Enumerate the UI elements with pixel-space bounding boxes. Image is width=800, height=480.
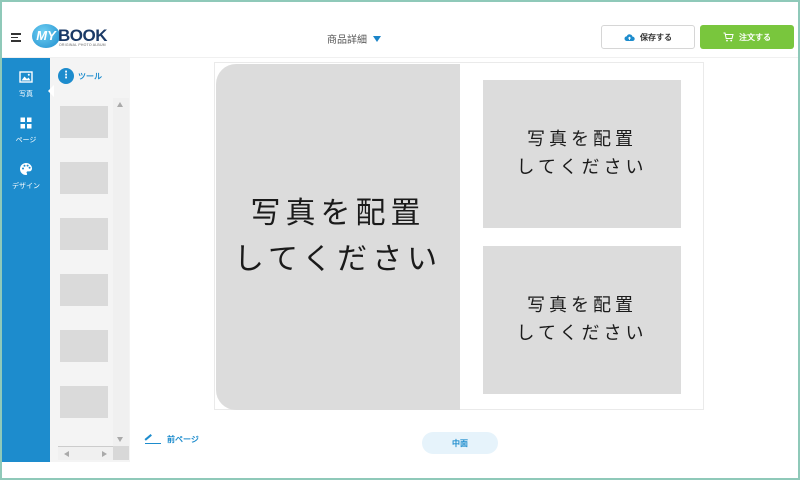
photo-thumbnail[interactable] — [60, 162, 108, 194]
product-detail-dropdown[interactable]: 商品詳細 — [327, 31, 381, 46]
order-label: 注文する — [739, 32, 771, 42]
active-pointer — [48, 85, 54, 97]
caret-down-icon — [373, 35, 381, 42]
order-button[interactable]: 注文する — [700, 25, 794, 49]
photo-thumbnail[interactable] — [60, 386, 108, 418]
nav-item-design[interactable]: デザイン — [2, 156, 50, 202]
photo-thumbnail[interactable] — [60, 218, 108, 250]
arrow-left-icon — [144, 433, 161, 445]
placeholder-text-line2: してください — [516, 157, 648, 178]
save-label: 保存する — [640, 32, 672, 42]
app-frame: MY BOOK ORIGINAL PHOTO ALBUM 商品詳細 保存する 注… — [2, 2, 798, 478]
photo-thumbnail[interactable] — [60, 274, 108, 306]
tool-menu[interactable]: ⋮ ツール — [58, 68, 102, 84]
hamburger-icon[interactable] — [11, 33, 21, 42]
scroll-right-icon[interactable] — [102, 451, 107, 457]
photo-thumbnail[interactable] — [60, 330, 108, 362]
product-detail-label: 商品詳細 — [327, 35, 367, 46]
nav-label-photos: 写真 — [19, 90, 33, 98]
save-button[interactable]: 保存する — [601, 25, 695, 49]
spread-indicator[interactable]: 中面 — [422, 432, 498, 454]
nav-item-pages[interactable]: ページ — [2, 110, 50, 156]
placeholder-text-line1: 写真を配置 — [526, 129, 637, 150]
vertical-scrollbar[interactable] — [113, 98, 129, 446]
header: MY BOOK ORIGINAL PHOTO ALBUM 商品詳細 保存する 注… — [2, 2, 798, 58]
photo-placeholder-top[interactable]: 写真を配置 してください — [483, 80, 681, 228]
nav-label-design: デザイン — [12, 182, 40, 190]
placeholder-text-line2: してください — [233, 242, 443, 277]
tool-label: ツール — [78, 71, 102, 81]
image-icon — [19, 71, 33, 83]
cloud-upload-icon — [624, 33, 635, 41]
more-vertical-icon: ⋮ — [58, 68, 74, 84]
placeholder-text-line1: 写真を配置 — [250, 196, 426, 231]
placeholder-text-line1: 写真を配置 — [526, 295, 637, 316]
scrollbar-corner — [113, 446, 129, 460]
scroll-left-icon[interactable] — [64, 451, 69, 457]
cart-icon — [723, 32, 734, 42]
nav-item-photos[interactable]: 写真 — [2, 64, 50, 110]
palette-icon — [20, 163, 32, 175]
prev-page-button[interactable]: 前ページ — [144, 433, 199, 445]
mybook-logo[interactable]: MY BOOK ORIGINAL PHOTO ALBUM — [32, 24, 108, 50]
placeholder-text-line2: してください — [516, 323, 648, 344]
photo-placeholder-large[interactable]: 写真を配置 してください — [216, 64, 460, 410]
logo-mark: MY — [32, 24, 60, 48]
photo-thumbnail[interactable] — [60, 106, 108, 138]
prev-page-label: 前ページ — [167, 435, 199, 444]
logo-tagline: ORIGINAL PHOTO ALBUM — [59, 43, 106, 47]
left-nav: 写真 ページ デザイン — [2, 58, 50, 462]
photo-placeholder-bottom[interactable]: 写真を配置 してください — [483, 246, 681, 394]
horizontal-scrollbar[interactable] — [58, 446, 113, 460]
scroll-down-icon[interactable] — [117, 437, 123, 442]
nav-label-pages: ページ — [15, 136, 37, 144]
scroll-up-icon[interactable] — [117, 102, 123, 107]
grid-icon — [20, 117, 32, 129]
